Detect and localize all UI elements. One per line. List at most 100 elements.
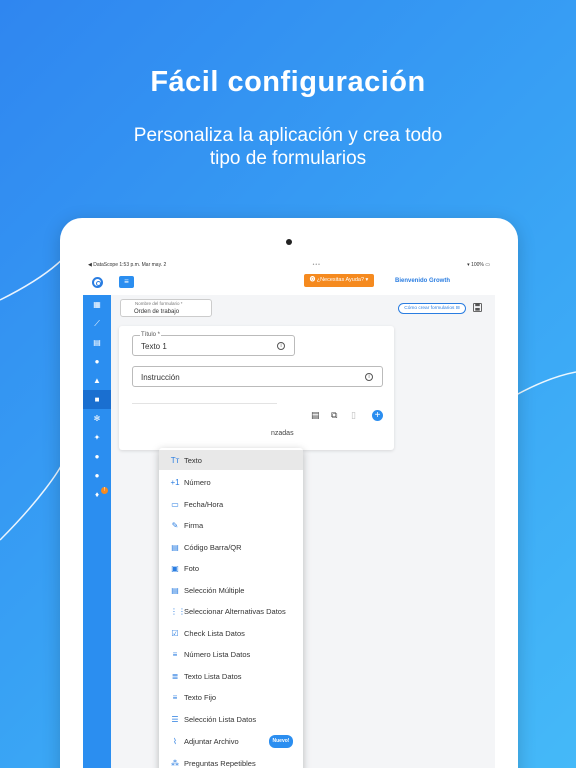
sidebar-item-integrations[interactable]: ✦ xyxy=(83,428,111,447)
dropdown-item-number[interactable]: +1 Número xyxy=(159,472,303,492)
repeat-group-icon: ⁂ xyxy=(171,758,179,768)
dropdown-item-check-list[interactable]: ☑ Check Lista Datos xyxy=(159,623,303,643)
bell-icon: ♦ xyxy=(94,490,100,499)
dropdown-item-label: Selección Lista Datos xyxy=(184,714,257,724)
text-list-icon: ≣ xyxy=(171,671,179,681)
dropdown-item-label: Selección Múltiple xyxy=(184,585,245,595)
hamburger-menu-button[interactable]: ≡ xyxy=(119,276,134,288)
advanced-options-text: nzadas xyxy=(271,430,294,437)
dropdown-item-number-list[interactable]: ≡ Número Lista Datos xyxy=(159,644,303,664)
new-badge: Nuevo! xyxy=(269,735,293,748)
calendar-icon: ▭ xyxy=(171,499,179,509)
title-field-label: Título * xyxy=(140,332,162,338)
status-carrier: ◀ DataScope xyxy=(88,261,118,268)
top-bar: ≡ ⓿ ¿Necesitas Ayuda? ▾ Bienvenido Growt… xyxy=(83,269,495,295)
app-logo xyxy=(83,269,111,295)
instruction-placeholder: Instrucción xyxy=(141,373,180,382)
form-name-label: Nombre del formulario * xyxy=(134,301,184,306)
status-dots: ••• xyxy=(312,261,321,268)
title-field[interactable]: Título * Texto 1 i xyxy=(132,332,295,356)
app-screen: ◀ DataScope 1:53 p.m. Mar may. 2 ••• ▾ 1… xyxy=(83,260,495,768)
gear-icon: ✻ xyxy=(93,414,101,423)
main-canvas: Nombre del formulario * Orden de trabajo… xyxy=(111,295,495,768)
dropdown-item-datetime[interactable]: ▭ Fecha/Hora xyxy=(159,494,303,514)
dropdown-item-label: Código Barra/QR xyxy=(184,542,242,552)
dropdown-item-photo[interactable]: ▣ Foto xyxy=(159,558,303,578)
add-question-button[interactable]: + xyxy=(372,410,383,421)
dropdown-item-label: Texto Fijo xyxy=(184,692,217,702)
dropdown-item-label: Adjuntar Archivo xyxy=(184,736,239,746)
warning-icon: ▲ xyxy=(93,376,101,385)
status-battery: ▾ 100% ▭ xyxy=(467,261,490,268)
dropdown-item-label: Foto xyxy=(184,563,200,573)
hero-subtitle-line2: tipo de formularios xyxy=(209,148,367,169)
chart-icon: ⟋ xyxy=(94,318,100,328)
dropdown-item-label: Check Lista Datos xyxy=(184,628,245,638)
dropdown-item-signature[interactable]: ✎ Firma xyxy=(159,515,303,535)
sidebar-item-help[interactable]: ● xyxy=(83,466,111,485)
sidebar-item-analytics[interactable]: ⟋ xyxy=(83,314,111,333)
dropdown-item-attach-file[interactable]: ⌇ Adjuntar Archivo Nuevo! xyxy=(159,731,303,751)
dropdown-item-list-selection[interactable]: ☰ Selección Lista Datos xyxy=(159,709,303,729)
dropdown-item-label: Número Lista Datos xyxy=(184,649,251,659)
dropdown-item-label: Texto xyxy=(184,455,202,465)
card-divider xyxy=(132,403,277,404)
dropdown-item-fixed-text[interactable]: ≡ Texto Fijo xyxy=(159,687,303,707)
sidebar-item-forms[interactable]: ■ xyxy=(83,390,111,409)
dropdown-item-text-list[interactable]: ≣ Texto Lista Datos xyxy=(159,666,303,686)
sidebar-item-info[interactable]: ● xyxy=(83,447,111,466)
dropdown-item-label: Fecha/Hora xyxy=(184,499,224,509)
logo-icon xyxy=(91,276,103,288)
form-name-value: Orden de trabajo xyxy=(134,309,180,315)
dropdown-item-multiple-choice[interactable]: ▤ Selección Múltiple xyxy=(159,580,303,600)
sidebar-item-location[interactable]: ● xyxy=(83,352,111,371)
dropdown-item-text[interactable]: Tт Texto xyxy=(159,450,303,470)
delete-icon[interactable]: ▯ xyxy=(351,410,356,421)
status-left: ◀ DataScope 1:53 p.m. Mar may. 2 xyxy=(88,262,166,268)
dropdown-item-barcode[interactable]: ▤ Código Barra/QR xyxy=(159,537,303,557)
hero-subtitle: Personaliza la aplicación y crea todo ti… xyxy=(0,124,576,170)
title-field-value: Texto 1 xyxy=(141,342,167,351)
text-type-icon: Tт xyxy=(170,455,180,465)
location-pin-icon: ● xyxy=(94,357,100,366)
layout-icon[interactable]: ▤ xyxy=(311,410,320,421)
paperclip-icon: ⌇ xyxy=(173,736,177,746)
sidebar-item-dashboard[interactable]: ▦ xyxy=(83,295,111,314)
instruction-field[interactable]: Instrucción i xyxy=(132,366,383,387)
number-icon: +1 xyxy=(170,477,180,487)
checkbox-icon: ☑ xyxy=(171,628,179,638)
list-select-icon: ▤ xyxy=(171,585,179,595)
copy-icon[interactable]: ⧉ xyxy=(331,410,337,421)
dropdown-item-select-alternatives[interactable]: ⋮⋮ Seleccionar Alternativas Datos xyxy=(159,601,303,621)
pen-icon: ✎ xyxy=(171,520,179,530)
status-date: Mar may. 2 xyxy=(141,261,167,268)
sidebar-item-notifications[interactable]: ♦! xyxy=(83,485,111,504)
info-icon[interactable]: i xyxy=(277,342,285,350)
dropdown-item-label: Preguntas Repetibles xyxy=(184,758,256,768)
sidebar-item-settings[interactable]: ✻ xyxy=(83,409,111,428)
welcome-user-text[interactable]: Bienvenido Growth xyxy=(395,278,450,284)
form-name-field[interactable]: Nombre del formulario * Orden de trabajo xyxy=(120,299,212,317)
how-to-create-forms-button[interactable]: Cómo crear formularios ⊟ xyxy=(398,303,466,314)
barcode-icon: ▤ xyxy=(171,542,179,552)
paragraph-icon: ≡ xyxy=(172,692,178,702)
dropdown-item-repeatable-questions[interactable]: ⁂ Preguntas Repetibles xyxy=(159,753,303,768)
notification-badge: ! xyxy=(101,487,108,494)
dropdown-item-label: Firma xyxy=(184,520,204,530)
sidebar-item-alerts[interactable]: ▲ xyxy=(83,371,111,390)
sidebar-item-calendar[interactable]: ▤ xyxy=(83,333,111,352)
info-icon: ● xyxy=(94,452,100,461)
form-icon: ■ xyxy=(94,395,100,404)
help-dropdown-button[interactable]: ⓿ ¿Necesitas Ayuda? ▾ xyxy=(304,274,374,287)
save-icon[interactable] xyxy=(473,303,482,312)
hero-subtitle-line1: Personaliza la aplicación y crea todo xyxy=(133,125,443,146)
camera-dot xyxy=(286,239,292,245)
tablet-device: ◀ DataScope 1:53 p.m. Mar may. 2 ••• ▾ 1… xyxy=(60,218,518,768)
dropdown-item-label: Número xyxy=(184,477,211,487)
field-type-dropdown: Tт Texto +1 Número ▭ Fecha/Hora ✎ Firma ▤ Cód… xyxy=(159,448,303,768)
info-icon[interactable]: i xyxy=(365,373,373,381)
dropdown-item-label: Texto Lista Datos xyxy=(184,671,242,681)
status-bar: ◀ DataScope 1:53 p.m. Mar may. 2 ••• ▾ 1… xyxy=(83,260,495,269)
image-icon: ▣ xyxy=(171,563,179,573)
question-card: Título * Texto 1 i Instrucción i ▤ ⧉ ▯ +… xyxy=(119,326,394,450)
